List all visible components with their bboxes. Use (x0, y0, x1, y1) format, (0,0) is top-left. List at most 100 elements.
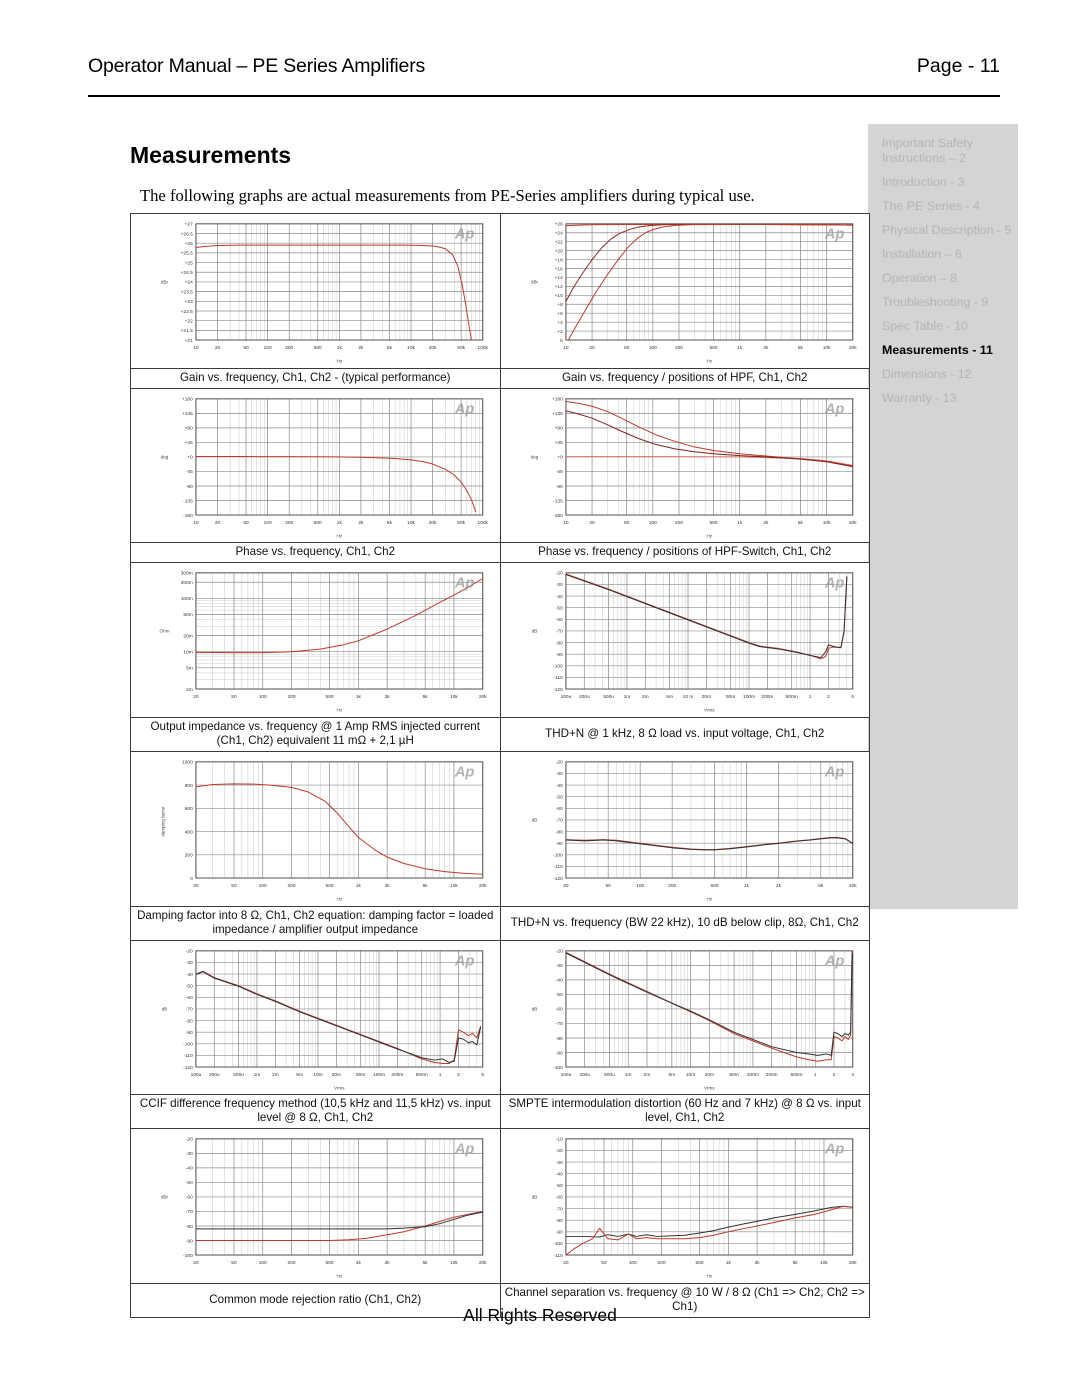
svg-text:-100: -100 (553, 664, 563, 670)
toc-item-9[interactable]: Dimensions - 12 (882, 367, 1018, 382)
svg-text:-100: -100 (553, 853, 563, 859)
chart-cmrr: 20 50 100 200 500 1k 2k 5k 10k 20k -100 -90 -80 -70 -6… (161, 1137, 487, 1279)
svg-text:500u: 500u (604, 1072, 615, 1078)
svg-text:+0: +0 (557, 454, 563, 460)
svg-text:1k: 1k (356, 694, 362, 700)
svg-text:+14: +14 (554, 275, 562, 281)
svg-text:100m: 100m (746, 1072, 758, 1078)
svg-text:1: 1 (813, 1072, 816, 1078)
y-axis-label: dB (531, 1195, 537, 1200)
svg-text:-30: -30 (555, 771, 562, 777)
measurements-table: 10 20 50 100 200 500 1k 2k 5k 10k 20k 50k 100k +21 +21… (130, 213, 870, 1318)
svg-text:1k: 1k (356, 883, 362, 889)
chart-cell-thdn-level: 100u 200u 500u 1m 2m 5m 10 m 20m 50m 100m 200m 500m… (499, 562, 870, 718)
toc-item-4[interactable]: Installation – 6 (882, 247, 1018, 262)
svg-text:20: 20 (563, 1260, 569, 1266)
svg-text:+24: +24 (185, 280, 193, 286)
svg-text:1: 1 (439, 1072, 442, 1078)
chart-smpte: 100u 200u 500u 1m 2m 5m 10m 20m 50m 100m 200m 500m 1… (531, 948, 854, 1090)
svg-text:+24.5: +24.5 (181, 270, 193, 276)
y-axis-label: dB (531, 818, 537, 823)
caption-thdn-freq: THD+N vs. frequency (BW 22 kHz), 10 dB b… (499, 905, 870, 941)
caption-phase-hpf: Phase vs. frequency / positions of HPF-S… (499, 542, 870, 564)
table-row: CCIF difference frequency method (10,5 k… (130, 1094, 870, 1130)
svg-text:500: 500 (709, 520, 717, 526)
svg-text:-20: -20 (555, 571, 562, 577)
x-axis-label: Vrms (704, 1085, 715, 1090)
svg-text:2k: 2k (763, 345, 769, 351)
toc-item-1[interactable]: Introduction - 3 (882, 175, 1018, 190)
svg-text:-60: -60 (555, 1006, 562, 1012)
svg-text:20m: 20m (704, 1072, 713, 1078)
svg-text:-10: -10 (555, 1137, 562, 1143)
svg-text:200: 200 (285, 345, 293, 351)
svg-text:10k: 10k (407, 520, 415, 526)
svg-text:20m: 20m (183, 634, 192, 640)
svg-text:5m: 5m (186, 666, 193, 672)
x-axis-label: Hz (706, 533, 712, 538)
toc-item-0[interactable]: Important Safety Instructions – 2 (882, 136, 1018, 165)
svg-text:200: 200 (657, 1260, 665, 1266)
svg-text:1k: 1k (743, 883, 749, 889)
svg-text:10k: 10k (450, 1260, 458, 1266)
toc-item-8[interactable]: Measurements - 11 (882, 343, 1018, 358)
svg-text:-70: -70 (186, 1210, 193, 1216)
caption-smpte: SMPTE intermodulation distortion (60 Hz … (499, 1094, 870, 1130)
svg-text:-20: -20 (555, 760, 562, 766)
svg-text:2m: 2m (272, 1072, 279, 1078)
svg-text:1k: 1k (356, 1260, 362, 1266)
svg-text:500u: 500u (233, 1072, 244, 1078)
svg-text:+135: +135 (551, 411, 562, 417)
footer-rights: All Rights Reserved (463, 1305, 617, 1325)
svg-text:2k: 2k (358, 345, 364, 351)
svg-text:20k: 20k (848, 520, 856, 526)
x-axis-label: Hz (706, 359, 712, 364)
svg-text:+45: +45 (554, 440, 562, 446)
svg-text:500: 500 (314, 345, 322, 351)
svg-text:+21.5: +21.5 (181, 328, 193, 334)
ap-watermark-icon: Ap (823, 576, 844, 592)
svg-text:-80: -80 (555, 1218, 562, 1224)
svg-text:+0: +0 (187, 454, 193, 460)
chart-zout: 20 50 100 200 500 1k 2k 5k 10k 20k 2m 5m 10m 20m 50m 10… (160, 571, 488, 713)
toc-item-3[interactable]: Physical Description - 5 (882, 223, 1018, 238)
svg-text:+12: +12 (554, 284, 562, 290)
y-axis-label: dB (162, 1006, 168, 1011)
svg-text:-80: -80 (555, 829, 562, 835)
svg-text:-70: -70 (555, 818, 562, 824)
svg-text:10k: 10k (450, 883, 458, 889)
svg-text:+26: +26 (185, 241, 193, 247)
table-of-contents-sidebar: Important Safety Instructions – 2 Introdu… (868, 124, 1018, 909)
svg-text:500m: 500m (416, 1072, 428, 1078)
svg-text:10k: 10k (450, 694, 458, 700)
svg-text:20: 20 (215, 345, 221, 351)
svg-text:2m: 2m (641, 694, 648, 700)
svg-text:2: 2 (457, 1072, 460, 1078)
svg-text:+180: +180 (182, 396, 193, 402)
toc-item-5[interactable]: Operation – 8 (882, 271, 1018, 286)
toc-item-2[interactable]: The PE Series - 4 (882, 199, 1018, 214)
svg-text:-40: -40 (186, 1166, 193, 1172)
svg-text:-90: -90 (555, 841, 562, 847)
svg-text:20m: 20m (332, 1072, 341, 1078)
svg-text:+180: +180 (551, 396, 562, 402)
svg-text:10m: 10m (183, 650, 192, 656)
page-header: Operator Manual – PE Series Amplifiers P… (88, 55, 1000, 97)
table-row: Output impedance vs. frequency @ 1 Amp R… (130, 716, 870, 752)
svg-text:-70: -70 (555, 1021, 562, 1027)
toc-item-10[interactable]: Warranty - 13 (882, 391, 1018, 406)
toc-item-6[interactable]: Troubleshooting - 9 (882, 295, 1018, 310)
ap-watermark-icon: Ap (454, 401, 475, 417)
svg-text:10: 10 (193, 345, 199, 351)
ap-watermark-icon: Ap (823, 226, 844, 242)
toc-item-7[interactable]: Spec Table - 10 (882, 319, 1018, 334)
svg-text:500m: 500m (790, 1072, 802, 1078)
svg-text:20: 20 (589, 520, 595, 526)
caption-phase: Phase vs. frequency, Ch1, Ch2 (130, 542, 501, 564)
svg-text:200: 200 (674, 345, 682, 351)
svg-text:50m: 50m (729, 1072, 738, 1078)
y-axis-label: dBr (161, 1195, 169, 1200)
svg-text:-120: -120 (553, 687, 563, 693)
svg-text:-80: -80 (186, 1018, 193, 1024)
svg-text:-20: -20 (555, 948, 562, 954)
